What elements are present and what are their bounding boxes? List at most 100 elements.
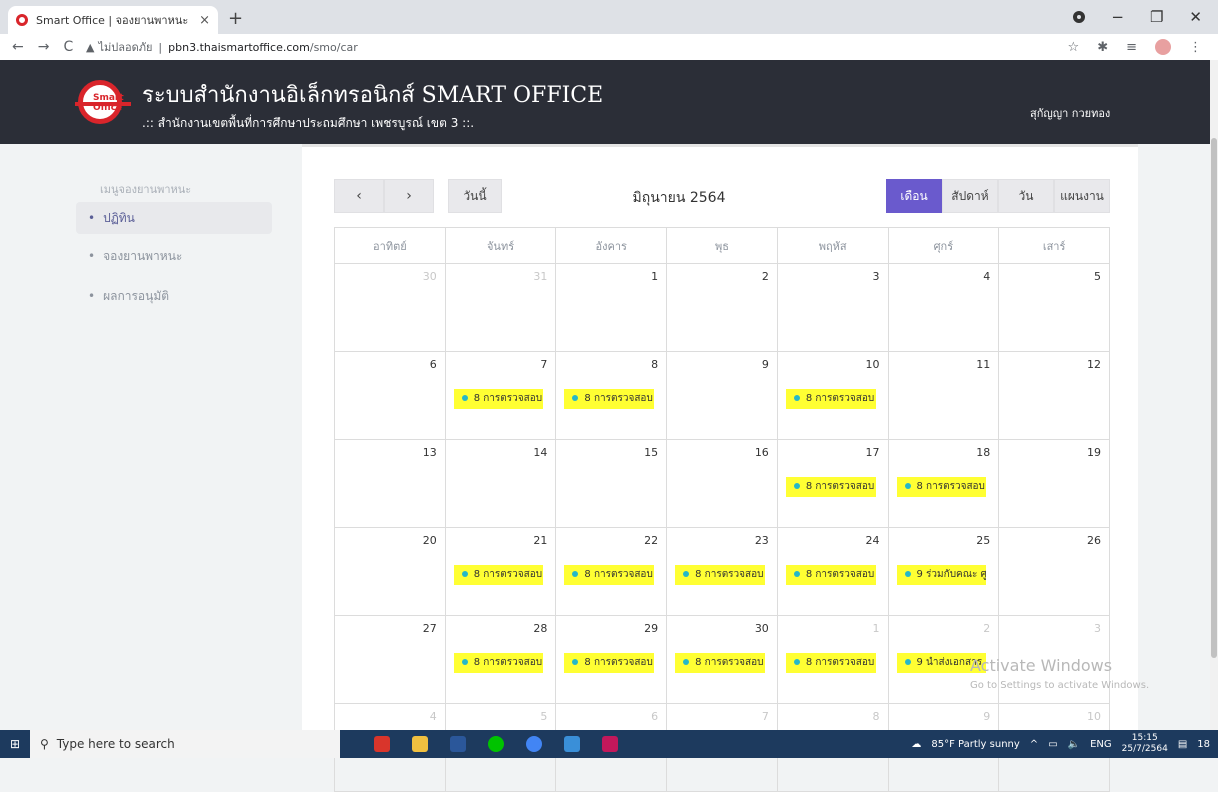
day-number[interactable]: 12 <box>1087 358 1101 371</box>
calendar-day-cell[interactable]: 2 <box>666 263 778 352</box>
sidebar-item-approval-results[interactable]: • ผลการอนุมัติ <box>76 280 272 312</box>
new-tab-button[interactable]: + <box>228 8 243 29</box>
chrome-app-icon[interactable] <box>374 736 390 752</box>
day-number[interactable]: 8 <box>873 710 880 723</box>
volume-icon[interactable]: 🔈 <box>1068 739 1080 750</box>
pink-app-icon[interactable] <box>602 736 618 752</box>
day-number[interactable]: 9 <box>983 710 990 723</box>
calendar-day-cell[interactable]: 1 8 การตรวจสอบ <box>776 615 889 704</box>
calendar-event[interactable]: 8 การตรวจสอบ <box>564 565 655 585</box>
day-number[interactable]: 25 <box>976 534 990 547</box>
photos-app-icon[interactable] <box>564 736 580 752</box>
calendar-day-cell[interactable]: 10 8 การตรวจสอบ <box>776 351 889 440</box>
calendar-day-cell[interactable]: 31 <box>444 263 557 352</box>
calendar-day-cell[interactable]: 3 <box>776 263 889 352</box>
browser-app-icon[interactable] <box>526 736 542 752</box>
calendar-day-cell[interactable]: 11 <box>887 351 1000 440</box>
calendar-day-cell[interactable]: 5 <box>998 263 1110 352</box>
calendar-day-cell[interactable]: 18 8 การตรวจสอบ <box>887 439 1000 528</box>
day-number[interactable]: 30 <box>755 622 769 635</box>
line-app-icon[interactable] <box>488 736 504 752</box>
calendar-event[interactable]: 8 การตรวจสอบ <box>564 389 655 409</box>
day-number[interactable]: 31 <box>533 270 547 283</box>
calendar-day-cell[interactable]: 21 8 การตรวจสอบ <box>444 527 557 616</box>
calendar-day-cell[interactable]: 23 8 การตรวจสอบ <box>666 527 778 616</box>
day-number[interactable]: 22 <box>644 534 658 547</box>
day-number[interactable]: 11 <box>976 358 990 371</box>
calendar-day-cell[interactable]: 24 8 การตรวจสอบ <box>776 527 889 616</box>
calendar-day-cell[interactable]: 9 <box>666 351 778 440</box>
day-number[interactable]: 1 <box>651 270 658 283</box>
today-button[interactable]: วันนี้ <box>448 179 502 213</box>
taskbar-search[interactable]: ⚲ Type here to search <box>30 730 340 758</box>
calendar-day-cell[interactable]: 1 <box>555 263 668 352</box>
calendar-day-cell[interactable]: 16 <box>666 439 778 528</box>
windows-start-icon[interactable]: ⊞ <box>0 737 30 751</box>
day-number[interactable]: 24 <box>866 534 880 547</box>
calendar-day-cell[interactable]: 20 <box>334 527 446 616</box>
calendar-day-cell[interactable]: 30 8 การตรวจสอบ <box>666 615 778 704</box>
network-icon[interactable]: ▭ <box>1048 739 1057 750</box>
calendar-day-cell[interactable]: 30 <box>334 263 446 352</box>
day-number[interactable]: 10 <box>1087 710 1101 723</box>
calendar-day-cell[interactable]: 28 8 การตรวจสอบ <box>444 615 557 704</box>
calendar-event[interactable]: 8 การตรวจสอบ <box>453 565 544 585</box>
day-number[interactable]: 26 <box>1087 534 1101 547</box>
minimize-button[interactable]: − <box>1111 8 1124 26</box>
prev-month-button[interactable]: ‹ <box>334 179 384 213</box>
profile-avatar[interactable] <box>1155 39 1171 55</box>
calendar-event[interactable]: 9 ร่วมกับคณะ ศู <box>896 565 987 585</box>
day-number[interactable]: 17 <box>866 446 880 459</box>
calendar-event[interactable]: 8 การตรวจสอบ <box>453 389 544 409</box>
calendar-event[interactable]: 8 การตรวจสอบ <box>785 653 876 673</box>
day-number[interactable]: 4 <box>983 270 990 283</box>
day-number[interactable]: 7 <box>540 358 547 371</box>
view-week-button[interactable]: สัปดาห์ <box>942 179 998 213</box>
day-number[interactable]: 19 <box>1087 446 1101 459</box>
word-app-icon[interactable] <box>450 736 466 752</box>
reload-button[interactable]: C <box>63 39 73 55</box>
calendar-event[interactable]: 8 การตรวจสอบ <box>785 565 876 585</box>
day-number[interactable]: 14 <box>533 446 547 459</box>
calendar-day-cell[interactable]: 4 <box>887 263 1000 352</box>
calendar-event[interactable]: 8 การตรวจสอบ <box>675 565 765 585</box>
record-icon[interactable] <box>1073 11 1086 23</box>
day-number[interactable]: 30 <box>423 270 437 283</box>
calendar-day-cell[interactable]: 25 9 ร่วมกับคณะ ศู <box>887 527 1000 616</box>
extensions-icon[interactable]: ✱ <box>1097 40 1108 55</box>
tray-chevron-icon[interactable]: ^ <box>1030 739 1038 750</box>
day-number[interactable]: 21 <box>533 534 547 547</box>
language-indicator[interactable]: ENG <box>1090 739 1112 750</box>
day-number[interactable]: 18 <box>976 446 990 459</box>
day-number[interactable]: 23 <box>755 534 769 547</box>
url-field[interactable]: ▲ ไม่ปลอดภัย | pbn3.thaismartoffice.com … <box>86 38 1068 56</box>
calendar-event[interactable]: 8 การตรวจสอบ <box>785 477 876 497</box>
browser-tab[interactable]: Smart Office | จองยานพาหนะ × <box>8 6 218 34</box>
maximize-button[interactable]: ❐ <box>1150 8 1163 26</box>
day-number[interactable]: 15 <box>644 446 658 459</box>
day-number[interactable]: 7 <box>762 710 769 723</box>
calendar-day-cell[interactable]: 6 <box>334 351 446 440</box>
day-number[interactable]: 2 <box>983 622 990 635</box>
calendar-day-cell[interactable]: 22 8 การตรวจสอบ <box>555 527 668 616</box>
day-number[interactable]: 16 <box>755 446 769 459</box>
calendar-event[interactable]: 8 การตรวจสอบ <box>785 389 876 409</box>
day-number[interactable]: 9 <box>762 358 769 371</box>
weather-icon[interactable]: ☁ <box>911 739 921 750</box>
weather-text[interactable]: 85°F Partly sunny <box>931 739 1019 750</box>
calendar-event[interactable]: 8 การตรวจสอบ <box>453 653 544 673</box>
smart-office-logo[interactable]: Smart Office <box>75 80 131 124</box>
calendar-day-cell[interactable]: 17 8 การตรวจสอบ <box>776 439 889 528</box>
day-number[interactable]: 20 <box>423 534 437 547</box>
day-number[interactable]: 29 <box>644 622 658 635</box>
calendar-day-cell[interactable]: 14 <box>444 439 557 528</box>
back-button[interactable]: ← <box>12 39 24 55</box>
playlist-icon[interactable]: ≡ <box>1126 40 1137 55</box>
file-explorer-icon[interactable] <box>412 736 428 752</box>
page-scrollbar[interactable] <box>1210 60 1218 730</box>
view-day-button[interactable]: วัน <box>998 179 1054 213</box>
sidebar-item-book-vehicle[interactable]: • จองยานพาหนะ <box>76 240 272 272</box>
day-number[interactable]: 10 <box>866 358 880 371</box>
calendar-event[interactable]: 8 การตรวจสอบ <box>564 653 655 673</box>
day-number[interactable]: 6 <box>430 358 437 371</box>
